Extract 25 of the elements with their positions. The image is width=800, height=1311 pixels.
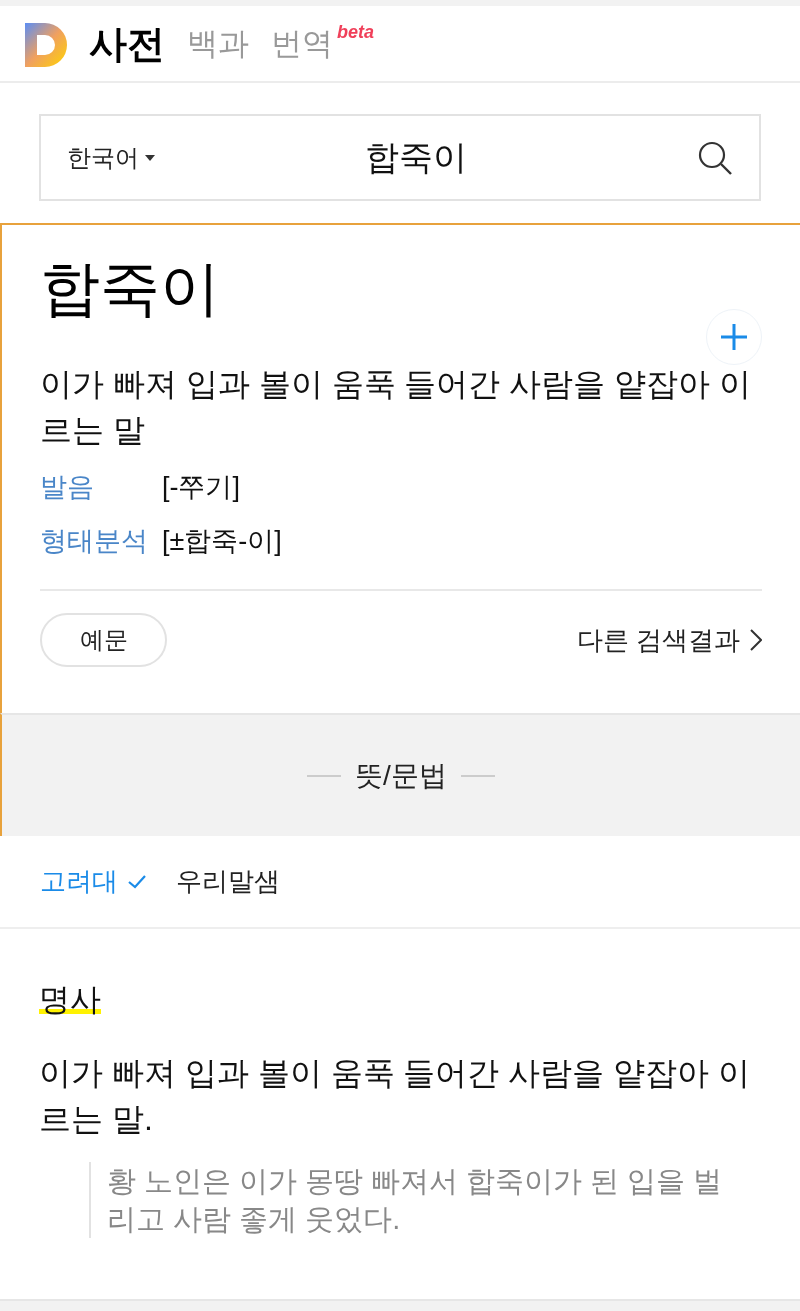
example-sentence: 황 노인은 이가 몽땅 빠져서 합죽이가 된 입을 벌리고 사람 좋게 웃었다. (89, 1161, 739, 1238)
logo-icon[interactable] (23, 20, 69, 67)
check-icon (128, 874, 146, 889)
entry-word: 합죽이 (40, 254, 221, 324)
plus-icon (720, 323, 748, 351)
search-field[interactable]: 한국어 합죽이 (39, 114, 761, 201)
info-label: 형태분석 (40, 525, 149, 558)
definition-text: 이가 빠져 입과 볼이 움푹 들어간 사람을 얕잡아 이르는 말. (39, 1053, 752, 1139)
examples-button[interactable]: 예문 (40, 613, 167, 667)
search-input[interactable]: 합죽이 (155, 132, 677, 183)
dictionary-tab[interactable]: 고려대 (40, 862, 146, 901)
entry-summary: 이가 빠져 입과 볼이 움푹 들어간 사람을 얕잡아 이르는 말 (40, 365, 753, 450)
info-label: 발음 (40, 471, 95, 504)
search-icon[interactable] (697, 139, 733, 176)
section-title: 뜻/문법 (355, 758, 447, 793)
other-results-link[interactable]: 다른 검색결과 (576, 620, 762, 660)
nav-tab[interactable]: 사전 (89, 24, 165, 63)
info-value: [-쭈기] (162, 471, 240, 504)
info-value: [±합죽-이] (162, 525, 282, 558)
caret-icon (145, 154, 155, 161)
chevron-right-icon (750, 629, 762, 651)
language-dropdown[interactable]: 한국어 (67, 139, 155, 176)
beta-label: beta (337, 20, 374, 44)
add-button[interactable] (706, 309, 762, 365)
dictionary-tab[interactable]: 우리말샘 (176, 862, 280, 901)
